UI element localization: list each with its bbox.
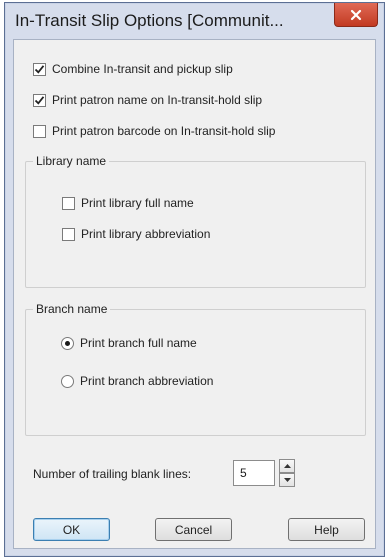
print-patron-name-label: Print patron name on In-transit-hold sli…	[52, 93, 263, 107]
dialog-client-area: Combine In-transit and pickup slip Print…	[13, 39, 376, 549]
close-button[interactable]	[334, 3, 378, 27]
title-bar[interactable]: In-Transit Slip Options [Communit...	[5, 3, 384, 39]
branch-name-group: Branch name Print branch full name Print…	[25, 302, 366, 436]
trailing-lines-value: 5	[240, 466, 247, 480]
print-patron-barcode-option[interactable]: Print patron barcode on In-transit-hold …	[33, 122, 275, 140]
print-branch-full-name-option[interactable]: Print branch full name	[61, 334, 197, 352]
combine-slip-checkbox[interactable]	[33, 62, 46, 76]
combine-slip-label: Combine In-transit and pickup slip	[52, 62, 233, 76]
checkmark-icon	[34, 64, 45, 74]
print-branch-abbreviation-label: Print branch abbreviation	[80, 374, 214, 388]
print-branch-abbreviation-radio[interactable]	[61, 374, 74, 388]
arrow-down-icon	[283, 478, 291, 482]
cancel-button[interactable]: Cancel	[155, 518, 232, 541]
print-library-abbreviation-label: Print library abbreviation	[81, 227, 211, 241]
print-library-abbreviation-option[interactable]: Print library abbreviation	[62, 225, 210, 243]
print-patron-barcode-label: Print patron barcode on In-transit-hold …	[52, 124, 276, 138]
library-name-group: Library name Print library full name Pri…	[25, 154, 366, 288]
close-x-icon	[350, 9, 362, 20]
print-library-full-name-label: Print library full name	[81, 196, 194, 210]
library-name-group-title: Library name	[33, 154, 110, 168]
spin-down-button[interactable]	[279, 473, 295, 487]
branch-name-group-title: Branch name	[33, 302, 111, 316]
ok-button[interactable]: OK	[33, 518, 110, 541]
print-branch-full-name-radio[interactable]	[61, 336, 74, 350]
print-branch-abbreviation-option[interactable]: Print branch abbreviation	[61, 372, 213, 390]
print-patron-name-option[interactable]: Print patron name on In-transit-hold sli…	[33, 91, 262, 109]
spin-up-button[interactable]	[279, 459, 295, 473]
radio-selected-dot	[65, 340, 70, 346]
checkmark-icon	[34, 95, 45, 105]
print-library-full-name-checkbox[interactable]	[62, 196, 75, 210]
window-title: In-Transit Slip Options [Communit...	[15, 11, 284, 30]
trailing-lines-input[interactable]: 5	[233, 460, 275, 486]
dialog-window: In-Transit Slip Options [Communit... Com…	[4, 2, 385, 557]
print-patron-barcode-checkbox[interactable]	[33, 124, 46, 138]
print-branch-full-name-label: Print branch full name	[80, 336, 197, 350]
help-button[interactable]: Help	[288, 518, 365, 541]
combine-slip-option[interactable]: Combine In-transit and pickup slip	[33, 60, 233, 78]
print-library-abbreviation-checkbox[interactable]	[62, 227, 75, 241]
arrow-up-icon	[283, 464, 291, 468]
trailing-lines-label: Number of trailing blank lines:	[33, 467, 192, 481]
print-library-full-name-option[interactable]: Print library full name	[62, 194, 194, 212]
trailing-lines-spinner[interactable]	[279, 459, 295, 487]
print-patron-name-checkbox[interactable]	[33, 93, 46, 107]
